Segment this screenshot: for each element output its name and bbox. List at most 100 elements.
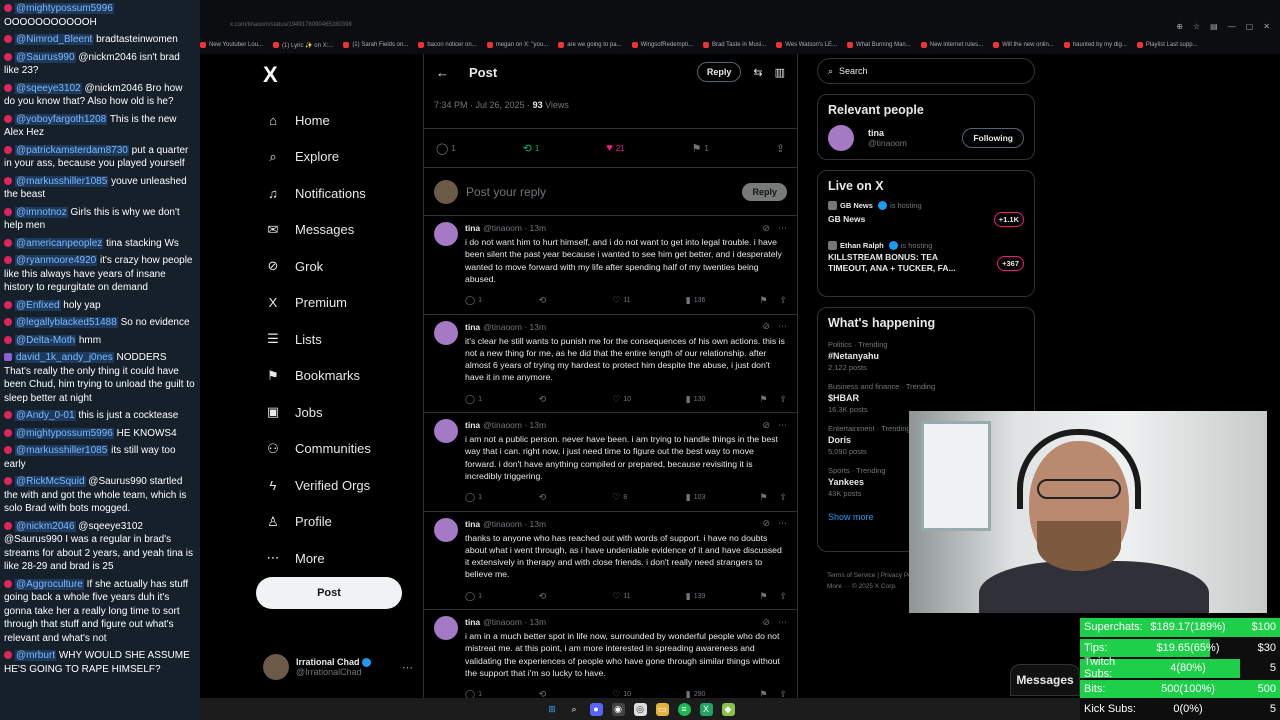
more-options-icon[interactable]: ⋯	[778, 321, 787, 332]
nav-item-home[interactable]: ⌂ Home	[255, 102, 415, 139]
bookmark-item[interactable]: Wes Watson's LE...	[776, 38, 837, 52]
tweet-author[interactable]: tina	[465, 322, 480, 332]
bookmark-item[interactable]: megan on X: "you...	[486, 38, 548, 52]
views-action[interactable]: ▮ 103	[686, 492, 760, 503]
bookmark-icon[interactable]: ⚑	[759, 492, 767, 503]
nav-item-communities[interactable]: ⚇ Communities	[255, 431, 415, 468]
following-button[interactable]: Following	[962, 128, 1024, 148]
more-options-icon[interactable]: ⋯	[778, 617, 787, 628]
nav-item-more[interactable]: ⋯ More	[255, 540, 415, 577]
nav-item-premium[interactable]: X Premium	[255, 285, 415, 322]
bookmark-icon[interactable]: ⚑	[759, 295, 767, 306]
tweet-author[interactable]: tina	[465, 223, 480, 233]
live-item[interactable]: GB News is hosting GB News +1.1K	[828, 201, 1024, 227]
reply-tweet[interactable]: tina @tinaoom · 13m ⊘ ⋯ i do not want him to…	[424, 216, 797, 315]
extensions-icon[interactable]: ▤	[1210, 22, 1218, 31]
reply-submit-button[interactable]: Reply	[742, 182, 787, 201]
trend-item[interactable]: Business and finance · Trending $HBAR 16.3…	[828, 382, 1024, 414]
excel-icon[interactable]: X	[699, 702, 713, 716]
x-logo-icon[interactable]: X	[263, 62, 415, 88]
bookmark-item[interactable]: haunted by my dig...	[1063, 38, 1127, 52]
nav-item-lists[interactable]: ☰ Lists	[255, 321, 415, 358]
bookmark-item[interactable]: Playlist Last supp...	[1136, 38, 1198, 52]
bookmark-item[interactable]: are we going to pa...	[558, 38, 622, 52]
tweet-author[interactable]: tina	[465, 519, 480, 529]
share-icon[interactable]: ⇪	[779, 492, 787, 503]
avatar[interactable]	[434, 517, 458, 542]
chrome-icon[interactable]: ◎	[633, 702, 647, 716]
bookmark-action[interactable]: ⚑ 1	[692, 142, 709, 155]
nav-item-profile[interactable]: ♙ Profile	[255, 504, 415, 541]
nav-item-jobs[interactable]: ▣ Jobs	[255, 394, 415, 431]
reply-action[interactable]: ◯ 1	[436, 142, 456, 155]
bookmark-icon[interactable]: ⚑	[759, 591, 767, 602]
views-action[interactable]: ▮ 130	[686, 394, 760, 405]
search-icon[interactable]: ⌕	[568, 703, 581, 716]
reply-tweet[interactable]: tina @tinaoom · 13m ⊘ ⋯ thanks to anyone who…	[424, 512, 797, 610]
repost-action[interactable]: ⟲	[539, 295, 613, 306]
grok-icon[interactable]: ⊘	[762, 518, 770, 529]
discord-icon[interactable]: ●	[589, 702, 603, 716]
bookmark-icon[interactable]: ⚑	[759, 394, 767, 405]
tweet-author[interactable]: tina	[465, 420, 480, 430]
tweet-author[interactable]: tina	[465, 617, 480, 627]
bookmark-item[interactable]: New internet rules...	[920, 38, 983, 52]
more-options-icon[interactable]: ⋯	[778, 420, 787, 431]
avatar[interactable]	[434, 320, 458, 345]
bookmark-item[interactable]: WingsofRedempti...	[631, 38, 693, 52]
share-action[interactable]: ⇪	[776, 142, 785, 155]
reply-filter-button[interactable]: Reply	[696, 62, 742, 82]
more-options-icon[interactable]: ⋯	[402, 661, 413, 674]
reply-action[interactable]: ◯ 1	[465, 591, 539, 602]
reply-tweet[interactable]: tina @tinaoom · 13m ⊘ ⋯ it's clear he still …	[424, 315, 797, 413]
grok-icon[interactable]: ⊘	[762, 617, 770, 628]
spotify-icon[interactable]: ≡	[677, 702, 691, 716]
nav-item-notifications[interactable]: ♫ Notifications	[255, 175, 415, 212]
nav-item-explore[interactable]: ⌕ Explore	[255, 139, 415, 176]
star-icon[interactable]: ☆	[1193, 22, 1200, 31]
search-input[interactable]: ⌕ Search	[817, 58, 1035, 84]
bookmark-item[interactable]: (1) Lyric ✨ on X:...	[273, 38, 333, 52]
bookmark-item[interactable]: Brad Taste in Musi...	[702, 38, 766, 52]
address-bar[interactable]: x.com/tinaoom/status/1949178090465280398	[200, 22, 1280, 36]
grok-icon[interactable]: ⊘	[762, 420, 770, 431]
reply-input[interactable]: Post your reply	[466, 185, 546, 199]
post-button[interactable]: Post	[256, 577, 402, 609]
repost-action[interactable]: ⟲	[539, 492, 613, 503]
bookmark-item[interactable]: Will the new onlin...	[993, 38, 1054, 52]
repost-action[interactable]: ⟲	[539, 591, 613, 602]
live-item[interactable]: Ethan Ralph is hosting KILLSTREAM BONUS: T…	[828, 241, 1024, 274]
avatar[interactable]	[434, 222, 458, 246]
like-action[interactable]: ♡ 8	[612, 492, 686, 503]
more-options-icon[interactable]: ⋯	[778, 518, 787, 529]
repost-action[interactable]: ⟲	[539, 394, 613, 405]
messages-drawer[interactable]: Messages	[1010, 664, 1080, 696]
maximize-icon[interactable]: ▢	[1246, 22, 1254, 31]
windows-start-icon[interactable]: ⊞	[546, 703, 559, 716]
grok-icon[interactable]: ⊘	[762, 321, 770, 332]
close-icon[interactable]: ✕	[1263, 22, 1270, 31]
trend-item[interactable]: Politics · Trending #Netanyahu 2,122 posts	[828, 340, 1024, 372]
more-options-icon[interactable]: ⋯	[778, 223, 787, 234]
app-icon[interactable]: ◆	[721, 702, 735, 716]
zoom-icon[interactable]: ⊕	[1176, 22, 1183, 31]
like-action[interactable]: ♡ 10	[612, 394, 686, 405]
person-card[interactable]: tina @tinaoom Following	[828, 125, 1024, 151]
avatar[interactable]	[434, 616, 458, 640]
reply-action[interactable]: ◯ 1	[465, 394, 539, 405]
nav-item-verified[interactable]: ϟ Verified Orgs	[255, 467, 415, 504]
like-action[interactable]: ♡ 11	[612, 591, 686, 602]
back-arrow-icon[interactable]: ←	[436, 65, 449, 80]
reply-action[interactable]: ◯ 1	[465, 295, 539, 306]
settings-sliders-icon[interactable]: ⇆	[753, 66, 762, 79]
obs-icon[interactable]: ◉	[611, 702, 625, 716]
bookmark-item[interactable]: New Youtuber Lou...	[200, 38, 263, 52]
views-action[interactable]: ▮ 139	[686, 591, 760, 602]
share-icon[interactable]: ⇪	[779, 295, 787, 306]
bookmark-item[interactable]: (1) Sarah Fields on...	[343, 38, 408, 52]
share-icon[interactable]: ⇪	[779, 394, 787, 405]
like-action[interactable]: ♥ 21	[606, 142, 624, 154]
minimize-icon[interactable]: —	[1228, 22, 1236, 31]
nav-item-messages[interactable]: ✉ Messages	[255, 212, 415, 249]
bookmark-item[interactable]: bacon noticer on...	[418, 38, 477, 52]
